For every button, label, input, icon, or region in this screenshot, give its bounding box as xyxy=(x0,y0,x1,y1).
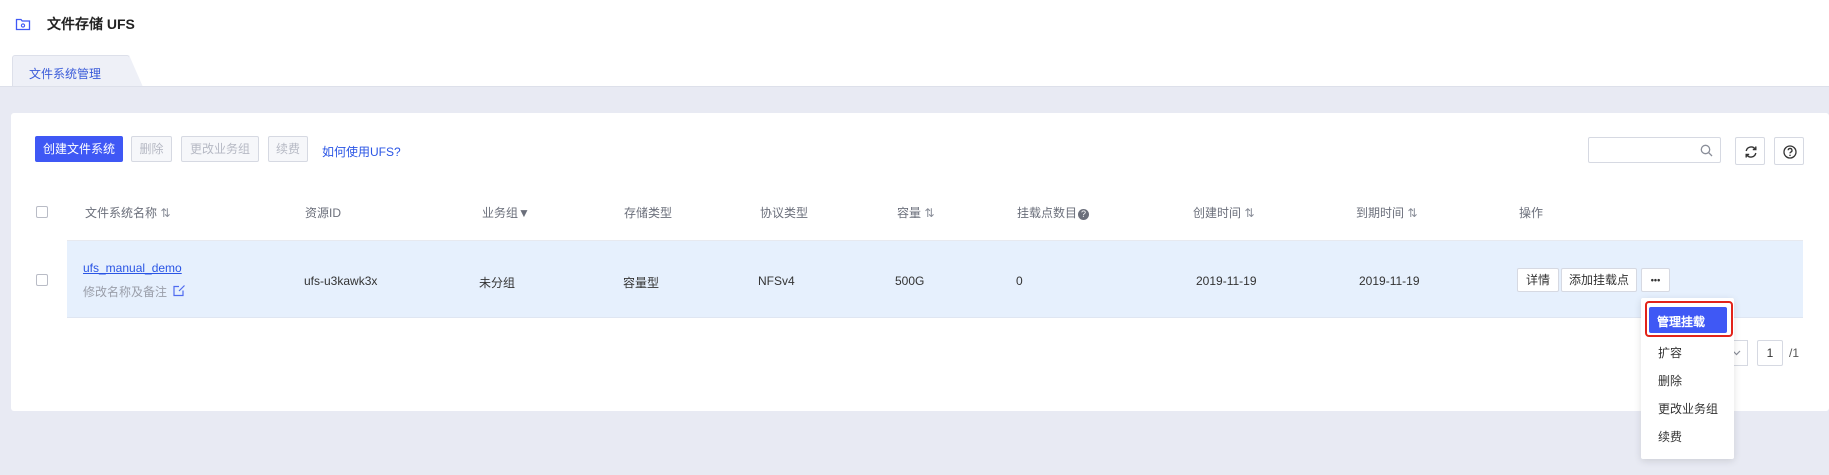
column-header-capacity[interactable]: 容量 ⇅ xyxy=(897,204,934,221)
menu-item-renew[interactable]: 续费 xyxy=(1658,428,1682,445)
group-value: 未分组 xyxy=(479,276,516,290)
menu-item-expand[interactable]: 扩容 xyxy=(1658,344,1682,361)
capacity-value: 500G xyxy=(895,274,925,288)
help-button[interactable] xyxy=(1774,137,1804,165)
expires-date: 2019-11-19 xyxy=(1359,274,1420,288)
column-header-expires[interactable]: 到期时间 ⇅ xyxy=(1356,204,1417,221)
filter-icon[interactable]: ▼ xyxy=(518,206,530,220)
sort-icon[interactable]: ⇅ xyxy=(924,206,934,220)
protocol-value: NFSv4 xyxy=(758,274,795,288)
tab-filesystem-management[interactable]: 文件系统管理 xyxy=(12,55,143,87)
column-header-actions: 操作 xyxy=(1519,206,1544,220)
help-link[interactable]: 如何使用UFS? xyxy=(322,143,401,160)
column-header-name[interactable]: 文件系统名称 ⇅ xyxy=(85,204,170,221)
column-header-created[interactable]: 创建时间 ⇅ xyxy=(1193,204,1254,221)
search-icon[interactable] xyxy=(1700,144,1713,157)
create-filesystem-button[interactable]: 创建文件系统 xyxy=(35,136,123,162)
row-checkbox[interactable] xyxy=(36,274,48,286)
column-header-group[interactable]: 业务组▼ xyxy=(482,204,530,221)
column-header-mount-count: 挂载点数目? xyxy=(1017,204,1090,221)
menu-item-change-group[interactable]: 更改业务组 xyxy=(1658,400,1718,417)
storage-type-value: 容量型 xyxy=(623,276,660,290)
edit-icon[interactable] xyxy=(173,284,186,297)
filesystem-name-link[interactable]: ufs_manual_demo xyxy=(83,261,182,275)
menu-item-delete[interactable]: 删除 xyxy=(1658,372,1682,389)
info-icon[interactable]: ? xyxy=(1078,209,1090,220)
select-all-checkbox[interactable] xyxy=(36,206,48,218)
change-group-button[interactable]: 更改业务组 xyxy=(181,136,259,162)
sort-icon[interactable]: ⇅ xyxy=(1244,206,1254,220)
search-input[interactable] xyxy=(1588,137,1721,163)
column-header-storage-type: 存储类型 xyxy=(624,206,673,220)
question-icon xyxy=(1783,145,1797,159)
refresh-button[interactable] xyxy=(1735,137,1765,165)
page-title: 文件存储 UFS xyxy=(47,16,135,32)
tab-divider xyxy=(0,86,1829,87)
sort-icon[interactable]: ⇅ xyxy=(160,206,170,220)
renew-button[interactable]: 续费 xyxy=(268,136,308,162)
edit-name-hint[interactable]: 修改名称及备注 xyxy=(83,283,167,300)
page-total: /1 xyxy=(1789,346,1800,360)
resource-id: ufs-u3kawk3x xyxy=(304,274,378,288)
folder-icon xyxy=(15,18,31,31)
column-header-protocol: 协议类型 xyxy=(760,206,809,220)
refresh-icon xyxy=(1745,146,1757,158)
more-actions-button[interactable]: ••• xyxy=(1641,268,1670,292)
created-date: 2019-11-19 xyxy=(1196,274,1257,288)
add-mount-button[interactable]: 添加挂载点 xyxy=(1561,268,1637,292)
highlight-box xyxy=(1645,301,1733,337)
page-header xyxy=(0,0,1829,87)
column-header-resource-id: 资源ID xyxy=(305,206,342,220)
details-button[interactable]: 详情 xyxy=(1517,268,1559,292)
page-number-input[interactable]: 1 xyxy=(1757,340,1783,366)
delete-button[interactable]: 删除 xyxy=(131,136,172,162)
mount-count-value: 0 xyxy=(1016,274,1023,288)
sort-icon[interactable]: ⇅ xyxy=(1407,206,1417,220)
